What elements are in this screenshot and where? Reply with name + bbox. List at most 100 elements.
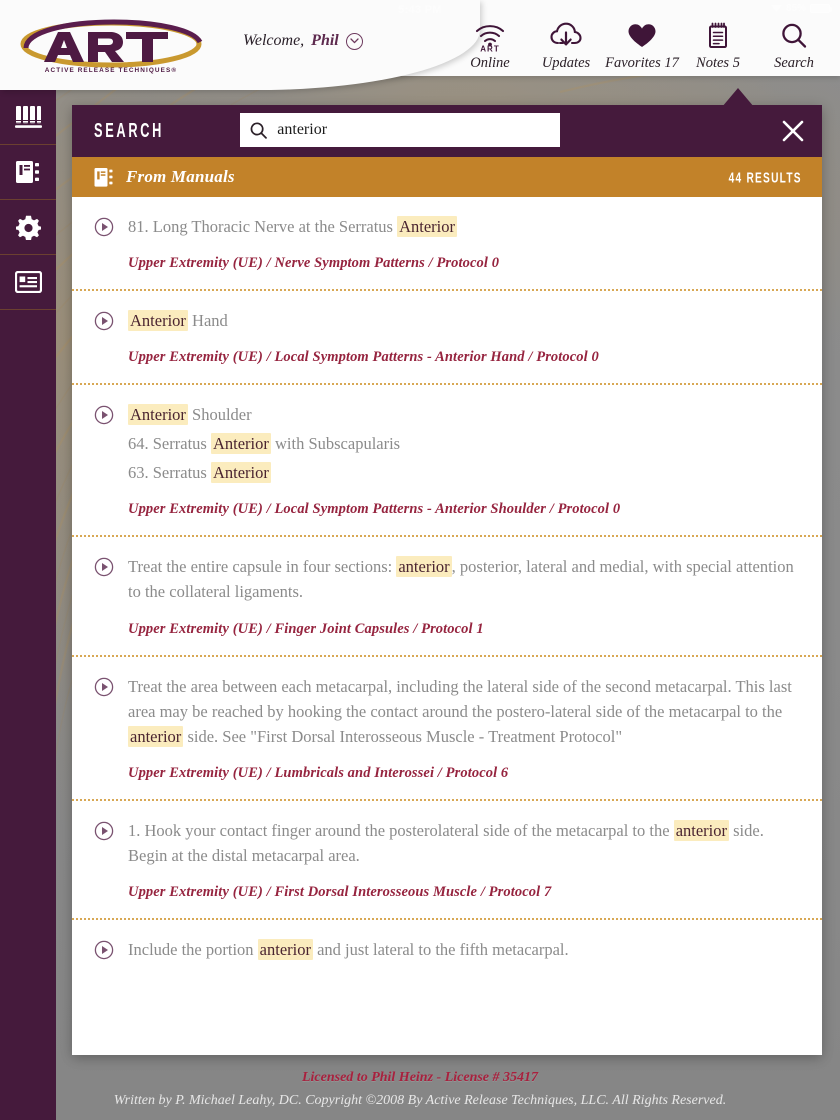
search-icon [250, 121, 267, 139]
search-term-highlight: anterior [673, 819, 729, 841]
result-breadcrumb[interactable]: Upper Extremity (UE) / Lumbricals and In… [128, 765, 796, 782]
result-breadcrumb[interactable]: Upper Extremity (UE) / Local Symptom Pat… [128, 349, 796, 366]
nav-item-notes[interactable]: Notes 5 [680, 18, 756, 72]
snippet-text: 64. Serratus [128, 434, 211, 454]
result-play-button[interactable] [94, 821, 114, 846]
result-body: Treat the entire capsule in four section… [128, 554, 796, 637]
sidebar-item-layout[interactable] [0, 255, 56, 310]
status-signal: 85% [785, 3, 806, 14]
heart-icon [625, 18, 659, 52]
nav-item-online[interactable]: ART Online [452, 18, 528, 72]
search-term-highlight: anterior [257, 938, 313, 960]
nav-label-updates: Updates [541, 55, 591, 71]
result-snippet: Anterior Shoulder [128, 402, 796, 427]
result-body: Include the portion anterior and just la… [128, 937, 796, 962]
art-logo[interactable]: ACTIVE RELEASE TECHNIQUES® [18, 18, 204, 76]
nav-item-updates[interactable]: Updates [528, 18, 604, 72]
status-bar: 5:43 PM 85% [0, 0, 840, 20]
welcome-user-menu[interactable]: Welcome, Phil [243, 32, 363, 50]
sidebar-item-settings[interactable] [0, 200, 56, 255]
result-item[interactable]: Anterior Shoulder 64. Serratus Anterior w… [72, 385, 822, 538]
result-item[interactable]: Include the portion anterior and just la… [72, 920, 822, 982]
result-body: Anterior Hand Upper Extremity (UE) / Loca… [128, 308, 796, 366]
list-layout-icon [14, 271, 42, 293]
result-play-button[interactable] [94, 557, 114, 582]
result-snippet: Treat the area between each metacarpal, … [128, 674, 796, 749]
snippet-text: Include the portion [128, 939, 258, 959]
close-button[interactable] [780, 118, 806, 144]
result-snippet: 1. Hook your contact finger around the p… [128, 818, 796, 868]
close-icon [782, 120, 804, 142]
play-icon [94, 821, 114, 841]
svg-text:ART: ART [480, 44, 499, 52]
snippet-text: Treat the area between each metacarpal, … [128, 676, 792, 721]
books-library-icon [14, 106, 42, 128]
results-count-badge: 44 RESULTS [728, 168, 802, 186]
search-panel: SEARCH anterior From Manuals 44 RESULTS … [72, 105, 822, 1055]
result-item[interactable]: Anterior Hand Upper Extremity (UE) / Loca… [72, 291, 822, 386]
nav-label-search: Search [774, 55, 814, 71]
header-nav: ART Online Updates Favorites 17 Notes 5 … [452, 18, 832, 72]
result-body: Anterior Shoulder 64. Serratus Anterior w… [128, 402, 796, 518]
result-snippet: Treat the entire capsule in four section… [128, 554, 796, 604]
search-term-highlight: Anterior [210, 433, 271, 455]
snippet-text: 1. Hook your contact finger around the p… [128, 820, 674, 840]
search-term-highlight: Anterior [397, 216, 458, 237]
search-panel-title: SEARCH [94, 119, 165, 142]
result-play-button[interactable] [94, 677, 114, 702]
wifi-art-icon: ART [473, 18, 507, 52]
gear-icon [15, 215, 41, 240]
result-item[interactable]: 1. Hook your contact finger around the p… [72, 801, 822, 920]
welcome-username: Phil [311, 32, 339, 49]
result-body: Treat the area between each metacarpal, … [128, 674, 796, 782]
search-input[interactable] [277, 121, 550, 139]
snippet-text: Shoulder [187, 405, 252, 425]
result-breadcrumb[interactable]: Upper Extremity (UE) / Finger Joint Caps… [128, 621, 796, 638]
search-field-wrapper[interactable] [240, 113, 560, 147]
result-breadcrumb[interactable]: Upper Extremity (UE) / Local Symptom Pat… [128, 501, 796, 518]
search-term-highlight: Anterior [128, 310, 188, 332]
manual-book-icon [16, 161, 39, 183]
play-icon [94, 677, 114, 696]
results-list[interactable]: 81. Long Thoracic Nerve at the Serratus … [72, 197, 822, 1055]
search-term-highlight: anterior [396, 556, 452, 578]
chevron-down-icon[interactable] [345, 32, 363, 50]
nav-item-favorites[interactable]: Favorites 17 [604, 18, 680, 72]
search-icon [777, 18, 811, 52]
copyright-text: Written by P. Michael Leahy, DC. Copyrig… [113, 1093, 727, 1108]
result-play-button[interactable] [94, 940, 114, 965]
panel-pointer-notch [722, 88, 754, 107]
snippet-text: 81. Long Thoracic Nerve at the Serratus [128, 217, 398, 236]
license-text: Licensed to Phil Heinz - License # 35417 [301, 1070, 539, 1085]
cloud-download-icon [549, 18, 583, 52]
result-play-button[interactable] [94, 217, 114, 242]
result-item[interactable]: Treat the entire capsule in four section… [72, 537, 822, 657]
sidebar-rail [0, 90, 56, 1120]
sidebar-item-library[interactable] [0, 90, 56, 145]
nav-item-search[interactable]: Search [756, 18, 832, 72]
nav-label-favorites: Favorites 17 [605, 55, 679, 71]
result-breadcrumb[interactable]: Upper Extremity (UE) / First Dorsal Inte… [128, 884, 796, 901]
nav-label-online: Online [470, 55, 510, 71]
result-item[interactable]: Treat the area between each metacarpal, … [72, 657, 822, 801]
snippet-text: Hand [187, 311, 228, 331]
result-play-button[interactable] [94, 405, 114, 430]
result-play-button[interactable] [94, 311, 114, 336]
result-snippet: 64. Serratus Anterior with Subscapularis [128, 431, 796, 456]
sidebar-item-manuals[interactable] [0, 145, 56, 200]
wifi-indicator-icon [770, 5, 782, 12]
status-right: 85% [770, 3, 832, 14]
result-snippet: 81. Long Thoracic Nerve at the Serratus … [128, 214, 796, 239]
play-icon [94, 405, 114, 425]
logo-tagline: ACTIVE RELEASE TECHNIQUES® [45, 66, 177, 74]
result-item[interactable]: 81. Long Thoracic Nerve at the Serratus … [72, 197, 822, 292]
app-root: 5:43 PM 85% ACTIVE RELEASE TECHNIQUES® W… [0, 0, 840, 1120]
snippet-text: side. See "First Dorsal Interosseous Mus… [183, 726, 623, 746]
result-breadcrumb[interactable]: Upper Extremity (UE) / Nerve Symptom Pat… [128, 255, 796, 272]
status-time: 5:43 PM [398, 4, 442, 16]
play-icon [94, 217, 114, 237]
nav-label-notes: Notes 5 [696, 55, 740, 71]
search-term-highlight: anterior [128, 725, 184, 747]
result-snippet: 63. Serratus Anterior [128, 460, 796, 485]
play-icon [94, 311, 114, 331]
